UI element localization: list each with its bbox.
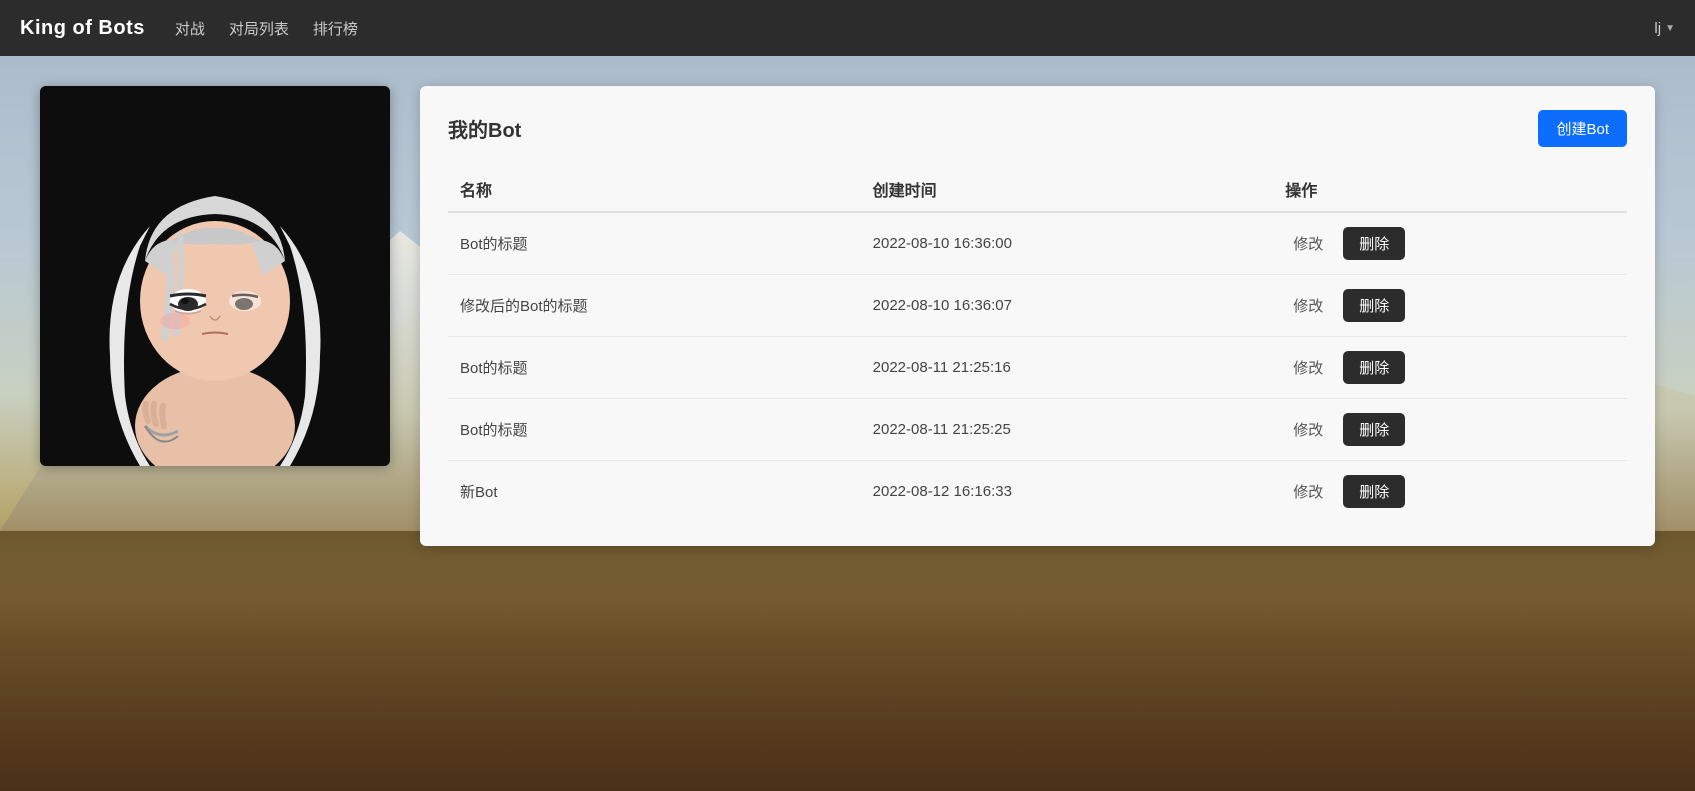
bot-table: 名称 创建时间 操作 Bot的标题2022-08-10 16:36:00修改删除…: [448, 167, 1627, 522]
bot-actions-cell: 修改删除: [1273, 337, 1627, 399]
delete-bot-button[interactable]: 删除: [1343, 475, 1405, 508]
col-header-created-at: 创建时间: [861, 167, 1274, 212]
table-row: Bot的标题2022-08-10 16:36:00 修改删除: [448, 212, 1627, 275]
bot-name-cell: 修改后的Bot的标题: [448, 275, 861, 337]
edit-bot-button[interactable]: 修改: [1285, 415, 1331, 444]
main-content: 我的Bot 创建Bot 名称 创建时间 操作 Bot的标题2022-08-10 …: [0, 56, 1695, 576]
create-bot-button[interactable]: 创建Bot: [1538, 110, 1627, 147]
bot-name-cell: Bot的标题: [448, 212, 861, 275]
delete-bot-button[interactable]: 删除: [1343, 413, 1405, 446]
bot-created-at-cell: 2022-08-11 21:25:25: [861, 399, 1274, 461]
bot-name-cell: 新Bot: [448, 461, 861, 523]
edit-bot-button[interactable]: 修改: [1285, 477, 1331, 506]
bot-card-header: 我的Bot 创建Bot: [448, 110, 1627, 147]
avatar-svg: [40, 86, 390, 466]
col-header-actions: 操作: [1273, 167, 1627, 212]
nav-battle[interactable]: 对战: [175, 18, 205, 39]
table-body: Bot的标题2022-08-10 16:36:00修改删除修改后的Bot的标题2…: [448, 212, 1627, 522]
bot-actions-cell: 修改删除: [1273, 275, 1627, 337]
avatar-card: [40, 86, 390, 466]
table-row: Bot的标题2022-08-11 21:25:16 修改删除: [448, 337, 1627, 399]
table-row: 新Bot2022-08-12 16:16:33 修改删除: [448, 461, 1627, 523]
edit-bot-button[interactable]: 修改: [1285, 291, 1331, 320]
bot-card: 我的Bot 创建Bot 名称 创建时间 操作 Bot的标题2022-08-10 …: [420, 86, 1655, 546]
bot-card-title: 我的Bot: [448, 114, 521, 143]
col-header-name: 名称: [448, 167, 861, 212]
bot-created-at-cell: 2022-08-10 16:36:00: [861, 212, 1274, 275]
avatar-image: [40, 86, 390, 466]
bot-name-cell: Bot的标题: [448, 399, 861, 461]
edit-bot-button[interactable]: 修改: [1285, 229, 1331, 258]
bot-created-at-cell: 2022-08-10 16:36:07: [861, 275, 1274, 337]
navbar-user[interactable]: lj ▼: [1654, 20, 1675, 37]
bot-actions-cell: 修改删除: [1273, 399, 1627, 461]
delete-bot-button[interactable]: 删除: [1343, 227, 1405, 260]
bot-name-cell: Bot的标题: [448, 337, 861, 399]
table-row: 修改后的Bot的标题2022-08-10 16:36:07 修改删除: [448, 275, 1627, 337]
navbar-brand: King of Bots: [20, 17, 145, 40]
user-dropdown-arrow: ▼: [1665, 23, 1675, 34]
actions-container: 修改删除: [1285, 413, 1615, 446]
actions-container: 修改删除: [1285, 289, 1615, 322]
bot-created-at-cell: 2022-08-11 21:25:16: [861, 337, 1274, 399]
table-header-row: 名称 创建时间 操作: [448, 167, 1627, 212]
delete-bot-button[interactable]: 删除: [1343, 289, 1405, 322]
navbar: King of Bots 对战 对局列表 排行榜 lj ▼: [0, 0, 1695, 56]
actions-container: 修改删除: [1285, 351, 1615, 384]
actions-container: 修改删除: [1285, 475, 1615, 508]
nav-ranking[interactable]: 排行榜: [313, 18, 358, 39]
bot-actions-cell: 修改删除: [1273, 212, 1627, 275]
actions-container: 修改删除: [1285, 227, 1615, 260]
table-row: Bot的标题2022-08-11 21:25:25 修改删除: [448, 399, 1627, 461]
delete-bot-button[interactable]: 删除: [1343, 351, 1405, 384]
navbar-nav: 对战 对局列表 排行榜: [175, 18, 1625, 39]
edit-bot-button[interactable]: 修改: [1285, 353, 1331, 382]
nav-game-list[interactable]: 对局列表: [229, 18, 289, 39]
username-label: lj: [1654, 20, 1661, 37]
table-head: 名称 创建时间 操作: [448, 167, 1627, 212]
bot-created-at-cell: 2022-08-12 16:16:33: [861, 461, 1274, 523]
bot-actions-cell: 修改删除: [1273, 461, 1627, 523]
